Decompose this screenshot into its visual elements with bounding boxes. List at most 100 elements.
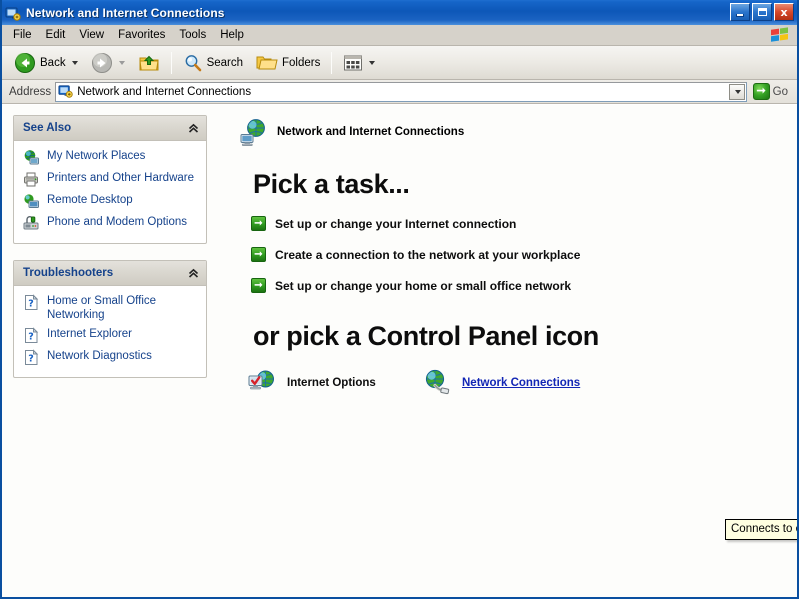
see-also-panel-body: My Network Places Printers and Other Har…: [14, 141, 206, 243]
control-panel-item-label: Internet Options: [287, 377, 376, 389]
sidebar-item-internet-explorer[interactable]: ? Internet Explorer: [23, 325, 200, 347]
sidebar-item-label: Home or Small Office Networking: [47, 295, 157, 321]
task-link-workplace-connection[interactable]: ➞ Create a connection to the network at …: [251, 247, 797, 262]
tooltip: Connects to other computers, networks, a…: [725, 519, 797, 540]
forward-arrow-icon: [91, 52, 113, 74]
see-also-title: See Also: [23, 122, 72, 134]
see-also-panel-header[interactable]: See Also: [14, 116, 206, 141]
svg-text:?: ?: [28, 299, 34, 310]
control-panel-item-network-connections[interactable]: Network Connections: [422, 368, 580, 398]
address-dropdown-icon[interactable]: [728, 83, 745, 100]
modem-icon: [23, 215, 40, 232]
toolbar: Back Search Folders: [2, 46, 797, 80]
window-title: Network and Internet Connections: [26, 5, 225, 20]
sidebar-item-my-network-places[interactable]: My Network Places: [23, 147, 200, 169]
menu-bar: File Edit View Favorites Tools Help: [2, 25, 797, 46]
address-input[interactable]: Network and Internet Connections: [55, 81, 747, 102]
network-globe-icon: [239, 117, 269, 147]
troubleshooters-panel-body: ? Home or Small Office Networking ? Inte…: [14, 286, 206, 377]
menu-tools[interactable]: Tools: [172, 27, 213, 43]
search-label: Search: [206, 56, 244, 69]
back-label: Back: [40, 56, 66, 69]
sidebar-item-label: Phone and Modem Options: [47, 216, 188, 228]
help-icon: ?: [23, 294, 40, 311]
address-value: Network and Internet Connections: [77, 85, 252, 98]
help-icon: ?: [23, 327, 40, 344]
forward-dropdown-icon[interactable]: [118, 60, 125, 65]
network-places-icon: [23, 149, 40, 166]
window-body: See Also My Network Places Printers and …: [2, 104, 797, 597]
back-dropdown-icon[interactable]: [71, 60, 78, 65]
search-icon: [183, 53, 203, 73]
address-bar: Address Network and Internet Connections…: [2, 80, 797, 104]
folders-button[interactable]: Folders: [250, 49, 326, 77]
go-button[interactable]: ➞ Go: [751, 81, 793, 102]
back-button[interactable]: Back: [8, 49, 84, 77]
close-button[interactable]: x: [774, 3, 794, 21]
control-panel-heading: or pick a Control Panel icon: [253, 321, 599, 351]
minimize-button[interactable]: [730, 3, 750, 21]
sidebar-item-home-or-small-office-networking[interactable]: ? Home or Small Office Networking: [23, 292, 200, 325]
network-connections-icon: [5, 5, 21, 21]
task-list: ➞ Set up or change your Internet connect…: [251, 216, 797, 293]
address-label: Address: [9, 85, 52, 98]
address-icon: [58, 84, 73, 99]
menu-help[interactable]: Help: [213, 27, 251, 43]
folders-icon: [256, 53, 278, 73]
sidebar-item-remote-desktop[interactable]: Remote Desktop: [23, 191, 200, 213]
svg-text:?: ?: [28, 354, 34, 365]
chevron-up-icon[interactable]: [186, 121, 200, 135]
task-link-internet-connection[interactable]: ➞ Set up or change your Internet connect…: [251, 216, 797, 231]
troubleshooters-panel-header[interactable]: Troubleshooters: [14, 261, 206, 286]
menu-edit[interactable]: Edit: [39, 27, 73, 43]
remote-desktop-icon: [23, 193, 40, 210]
control-panel-item-label: Network Connections: [462, 377, 581, 389]
content-header-title: Network and Internet Connections: [277, 126, 465, 138]
window-controls: x: [730, 3, 794, 21]
menu-favorites[interactable]: Favorites: [111, 27, 172, 43]
sidebar-item-label: Internet Explorer: [47, 328, 133, 340]
control-panel-icon-list: Internet Options Network Connections: [247, 368, 797, 398]
content-header: Network and Internet Connections: [239, 117, 797, 147]
sidebar: See Also My Network Places Printers and …: [2, 105, 215, 597]
go-label: Go: [772, 85, 788, 98]
internet-options-icon: [247, 368, 277, 398]
folders-label: Folders: [282, 56, 321, 69]
sidebar-item-label: Remote Desktop: [47, 194, 133, 206]
svg-text:?: ?: [28, 332, 34, 343]
sidebar-item-printers-and-other-hardware[interactable]: Printers and Other Hardware: [23, 169, 200, 191]
sidebar-item-phone-and-modem-options[interactable]: Phone and Modem Options: [23, 213, 200, 235]
chevron-up-icon[interactable]: [186, 266, 200, 280]
help-icon: ?: [23, 349, 40, 366]
troubleshooters-title: Troubleshooters: [23, 267, 114, 279]
sidebar-item-label: Network Diagnostics: [47, 350, 152, 362]
search-button[interactable]: Search: [177, 49, 249, 77]
control-panel-item-internet-options[interactable]: Internet Options: [247, 368, 422, 398]
windows-flag-icon[interactable]: [769, 26, 791, 44]
task-label: Set up or change your home or small offi…: [275, 278, 572, 293]
menu-view[interactable]: View: [72, 27, 111, 43]
toolbar-separator-2: [331, 51, 333, 74]
maximize-button[interactable]: [752, 3, 772, 21]
explorer-window: Network and Internet Connections x File …: [0, 0, 799, 599]
sidebar-item-label: Printers and Other Hardware: [47, 172, 195, 184]
close-icon: x: [780, 5, 788, 19]
views-button[interactable]: [337, 49, 381, 77]
network-connections-icon: [422, 368, 452, 398]
tooltip-text: Connects to other computers, networks, a…: [731, 523, 797, 535]
title-bar[interactable]: Network and Internet Connections x: [2, 0, 797, 25]
up-button[interactable]: [132, 49, 166, 77]
task-label: Create a connection to the network at yo…: [275, 247, 581, 262]
menu-file[interactable]: File: [6, 27, 39, 43]
go-arrow-icon: ➞: [752, 83, 770, 100]
green-arrow-icon: ➞: [251, 216, 266, 231]
printer-icon: [23, 171, 40, 188]
green-arrow-icon: ➞: [251, 278, 266, 293]
troubleshooters-panel: Troubleshooters ? Home or Small Office N…: [13, 260, 207, 378]
forward-button[interactable]: [85, 49, 131, 77]
task-link-home-office-network[interactable]: ➞ Set up or change your home or small of…: [251, 278, 797, 293]
toolbar-separator-1: [170, 51, 172, 74]
sidebar-item-label: My Network Places: [47, 150, 146, 162]
views-dropdown-icon[interactable]: [369, 60, 376, 65]
sidebar-item-network-diagnostics[interactable]: ? Network Diagnostics: [23, 347, 200, 369]
